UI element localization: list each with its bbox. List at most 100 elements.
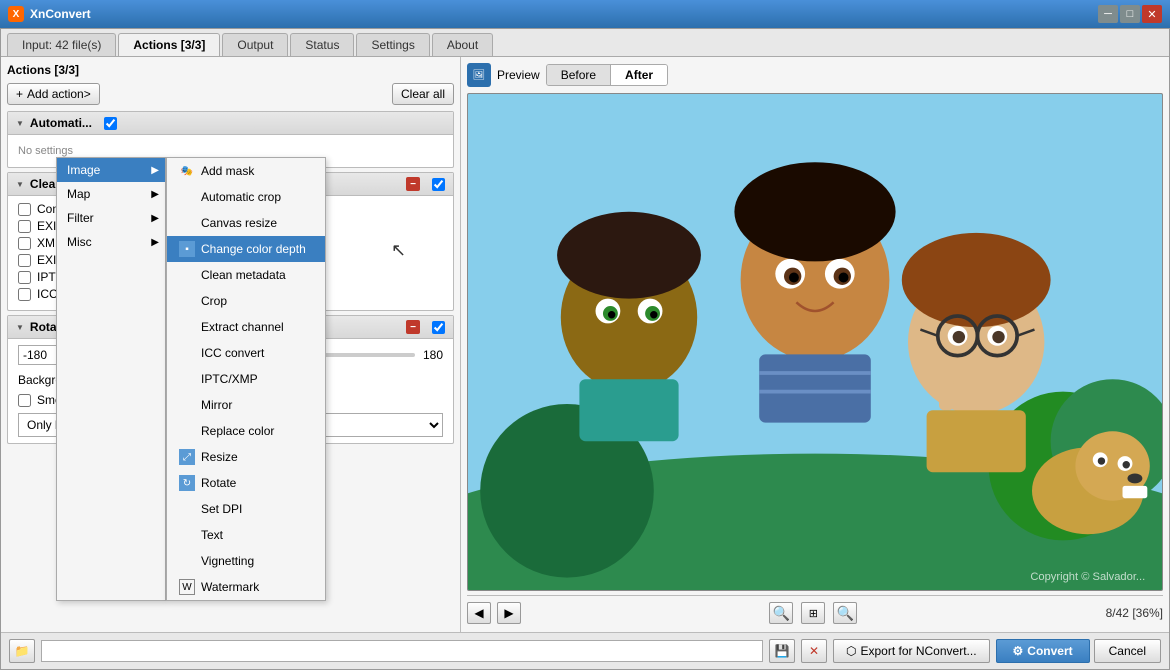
folder-button[interactable]: 📁	[9, 639, 35, 663]
icc-profile-checkbox[interactable]	[18, 288, 31, 301]
canvas-resize-icon	[179, 215, 195, 231]
menu-item2-canvas-resize[interactable]: Canvas resize	[167, 210, 325, 236]
cursor-indicator: ↖	[391, 240, 406, 261]
page-info: 8/42 [36%]	[1106, 606, 1163, 620]
zoom-in-button[interactable]: 🔍	[769, 602, 793, 624]
set-dpi-icon	[179, 501, 195, 517]
collapse-icon3: ▼	[16, 323, 24, 332]
automate-checkbox[interactable]	[104, 117, 117, 130]
remove-rotate-button[interactable]: −	[406, 320, 420, 334]
menu-item2-extract-channel[interactable]: Extract channel	[167, 314, 325, 340]
tab-actions[interactable]: Actions [3/3]	[118, 33, 220, 56]
export-button[interactable]: ⬡ Export for NConvert...	[833, 639, 990, 663]
save-button[interactable]: 💾	[769, 639, 795, 663]
cancel-button[interactable]: Cancel	[1094, 639, 1161, 663]
menu-item2-iptc-xmp[interactable]: IPTC/XMP	[167, 366, 325, 392]
smooth-checkbox[interactable]	[18, 394, 31, 407]
fit-to-window-button[interactable]: ⊞	[801, 602, 825, 624]
preview-image-area: Copyright © Salvador...	[467, 93, 1163, 591]
submenu-arrow-map: ▶	[151, 189, 159, 200]
exif-checkbox[interactable]	[18, 220, 31, 233]
maximize-button[interactable]: □	[1120, 5, 1140, 23]
preview-header: 🖼 Preview Before After	[467, 63, 1163, 87]
replace-color-icon	[179, 423, 195, 439]
remove-clean-metadata-button[interactable]: −	[406, 177, 420, 191]
automate-header[interactable]: ▼ Automati...	[8, 112, 453, 135]
vignetting-icon	[179, 553, 195, 569]
menu-level1: Image ▶ Map ▶ Filter ▶ Misc ▶	[56, 157, 166, 601]
export-icon: ⬡	[846, 644, 856, 658]
collapse-icon: ▼	[16, 119, 24, 128]
tab-after[interactable]: After	[611, 65, 667, 85]
canvas-resize-label: Canvas resize	[201, 216, 277, 230]
menu-item2-vignetting[interactable]: Vignetting	[167, 548, 325, 574]
preview-icon: 🖼	[467, 63, 491, 87]
menu-item-misc[interactable]: Misc ▶	[57, 230, 165, 254]
menu-item2-resize[interactable]: ⤢ Resize	[167, 444, 325, 470]
tab-status[interactable]: Status	[290, 33, 354, 56]
convert-button[interactable]: ⚙ Convert	[996, 639, 1090, 663]
prev-image-button[interactable]: ◀	[467, 602, 491, 624]
menu-item-image[interactable]: Image ▶	[57, 158, 165, 182]
menu-item2-add-mask[interactable]: 🎭 Add mask	[167, 158, 325, 184]
clean-metadata-icon	[179, 267, 195, 283]
comment-checkbox[interactable]	[18, 203, 31, 216]
menu-item2-auto-crop[interactable]: Automatic crop	[167, 184, 325, 210]
preview-image: Copyright © Salvador...	[468, 94, 1162, 590]
close-button[interactable]: ✕	[1142, 5, 1162, 23]
change-color-depth-label: Change color depth	[201, 242, 306, 256]
watermark-label: Watermark	[201, 580, 259, 594]
path-input[interactable]	[41, 640, 763, 662]
plus-icon: +	[16, 87, 23, 101]
tab-settings[interactable]: Settings	[356, 33, 429, 56]
titlebar-controls: ─ □ ✕	[1098, 5, 1162, 23]
menu-item-map[interactable]: Map ▶	[57, 182, 165, 206]
actions-toolbar: + Add action> Clear all	[7, 83, 454, 105]
menu-item2-crop[interactable]: Crop	[167, 288, 325, 314]
preview-title: Preview	[497, 68, 540, 82]
menu-item-filter[interactable]: Filter ▶	[57, 206, 165, 230]
vignetting-label: Vignetting	[201, 554, 254, 568]
exif-thumbnail-checkbox[interactable]	[18, 254, 31, 267]
mirror-label: Mirror	[201, 398, 232, 412]
tab-input[interactable]: Input: 42 file(s)	[7, 33, 116, 56]
crop-icon	[179, 293, 195, 309]
clear-all-button[interactable]: Clear all	[392, 83, 454, 105]
set-dpi-label: Set DPI	[201, 502, 242, 516]
iptc-checkbox[interactable]	[18, 271, 31, 284]
tab-before[interactable]: Before	[547, 65, 611, 85]
menu-item2-set-dpi[interactable]: Set DPI	[167, 496, 325, 522]
icc-convert-icon	[179, 345, 195, 361]
menu-item-map-label: Map	[67, 187, 90, 201]
submenu-arrow-filter: ▶	[151, 213, 159, 224]
add-action-label: Add action>	[27, 87, 91, 101]
rotate2-label: Rotate	[201, 476, 236, 490]
menu-level2-image: 🎭 Add mask Automatic crop Canvas resize …	[166, 157, 326, 601]
next-image-button[interactable]: ▶	[497, 602, 521, 624]
menu-item2-icc-convert[interactable]: ICC convert	[167, 340, 325, 366]
menu-item2-clean-metadata[interactable]: Clean metadata	[167, 262, 325, 288]
xmp-checkbox[interactable]	[18, 237, 31, 250]
tab-output[interactable]: Output	[222, 33, 288, 56]
menu-item2-mirror[interactable]: Mirror	[167, 392, 325, 418]
zoom-out-button[interactable]: 🔍	[833, 602, 857, 624]
menu-item-misc-label: Misc	[67, 235, 92, 249]
app-icon: X	[8, 6, 24, 22]
clean-metadata-checkbox[interactable]	[432, 178, 445, 191]
menu-item2-change-color-depth[interactable]: ▪ Change color depth	[167, 236, 325, 262]
menu-item2-rotate[interactable]: ↻ Rotate	[167, 470, 325, 496]
tab-about[interactable]: About	[432, 33, 493, 56]
resize-icon: ⤢	[179, 449, 195, 465]
minimize-button[interactable]: ─	[1098, 5, 1118, 23]
menu-item2-replace-color[interactable]: Replace color	[167, 418, 325, 444]
add-action-button[interactable]: + Add action>	[7, 83, 100, 105]
rotate-checkbox[interactable]	[432, 321, 445, 334]
app-title: XnConvert	[30, 7, 91, 21]
left-panel: Actions [3/3] + Add action> Clear all ▼ …	[1, 57, 461, 632]
menu-item2-watermark[interactable]: W Watermark	[167, 574, 325, 600]
collapse-icon2: ▼	[16, 180, 24, 189]
titlebar: X XnConvert ─ □ ✕	[0, 0, 1170, 28]
delete-button[interactable]: ✕	[801, 639, 827, 663]
text-label: Text	[201, 528, 223, 542]
menu-item2-text[interactable]: Text	[167, 522, 325, 548]
